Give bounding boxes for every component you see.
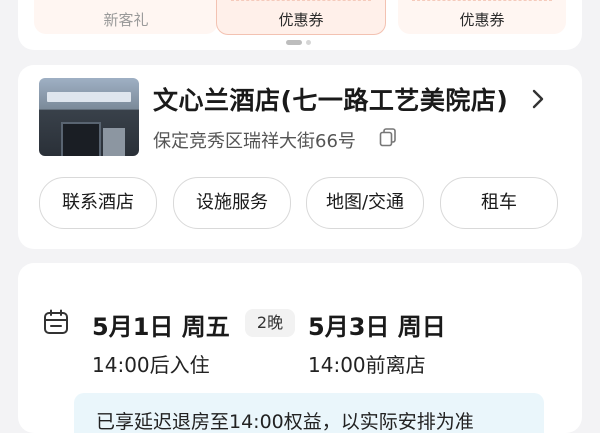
- hotel-window-image: [103, 128, 125, 156]
- promo-tile-coupon[interactable]: 优惠券: [216, 0, 386, 35]
- car-rental-button[interactable]: 租车: [440, 177, 558, 229]
- promo-label: 优惠券: [278, 11, 324, 29]
- promo-tile-new-user[interactable]: 新客礼: [34, 0, 218, 34]
- hotel-name[interactable]: 文心兰酒店(七一路工艺美院店): [153, 81, 508, 117]
- coupon-divider: [412, 0, 552, 1]
- checkin-date[interactable]: 5月1日 周五: [92, 307, 230, 342]
- pager-dot-active: [286, 40, 302, 45]
- checkin-time: 14:00后入住: [92, 353, 210, 377]
- contact-hotel-button[interactable]: 联系酒店: [39, 177, 157, 229]
- hotel-sign-image: [47, 92, 131, 102]
- hotel-info-card: 文心兰酒店(七一路工艺美院店) 保定竞秀区瑞祥大街66号 联系酒店 设施服务 地…: [18, 65, 582, 249]
- facilities-button[interactable]: 设施服务: [173, 177, 291, 229]
- stay-dates-card: 5月1日 周五 2晚 5月3日 周日 14:00后入住 14:00前离店 已享延…: [18, 263, 582, 433]
- late-checkout-notice: 已享延迟退房至14:00权益，以实际安排为准: [74, 393, 544, 433]
- carousel-pager: [286, 40, 316, 46]
- promo-label: 优惠券: [459, 11, 505, 29]
- coupon-divider: [231, 0, 371, 1]
- hotel-address: 保定竞秀区瑞祥大街66号: [153, 131, 356, 152]
- map-transport-button[interactable]: 地图/交通: [306, 177, 424, 229]
- calendar-icon: [44, 309, 68, 334]
- checkout-time: 14:00前离店: [308, 353, 426, 377]
- hotel-door-image: [61, 122, 101, 156]
- nights-badge: 2晚: [245, 309, 295, 337]
- promo-tile-coupon[interactable]: 优惠券: [398, 0, 566, 34]
- pager-dot: [306, 40, 311, 45]
- copy-icon[interactable]: [378, 127, 398, 147]
- chevron-right-icon[interactable]: [526, 87, 550, 111]
- promo-label: 新客礼: [103, 11, 149, 29]
- hotel-photo[interactable]: [39, 78, 139, 156]
- checkout-date[interactable]: 5月3日 周日: [308, 307, 446, 342]
